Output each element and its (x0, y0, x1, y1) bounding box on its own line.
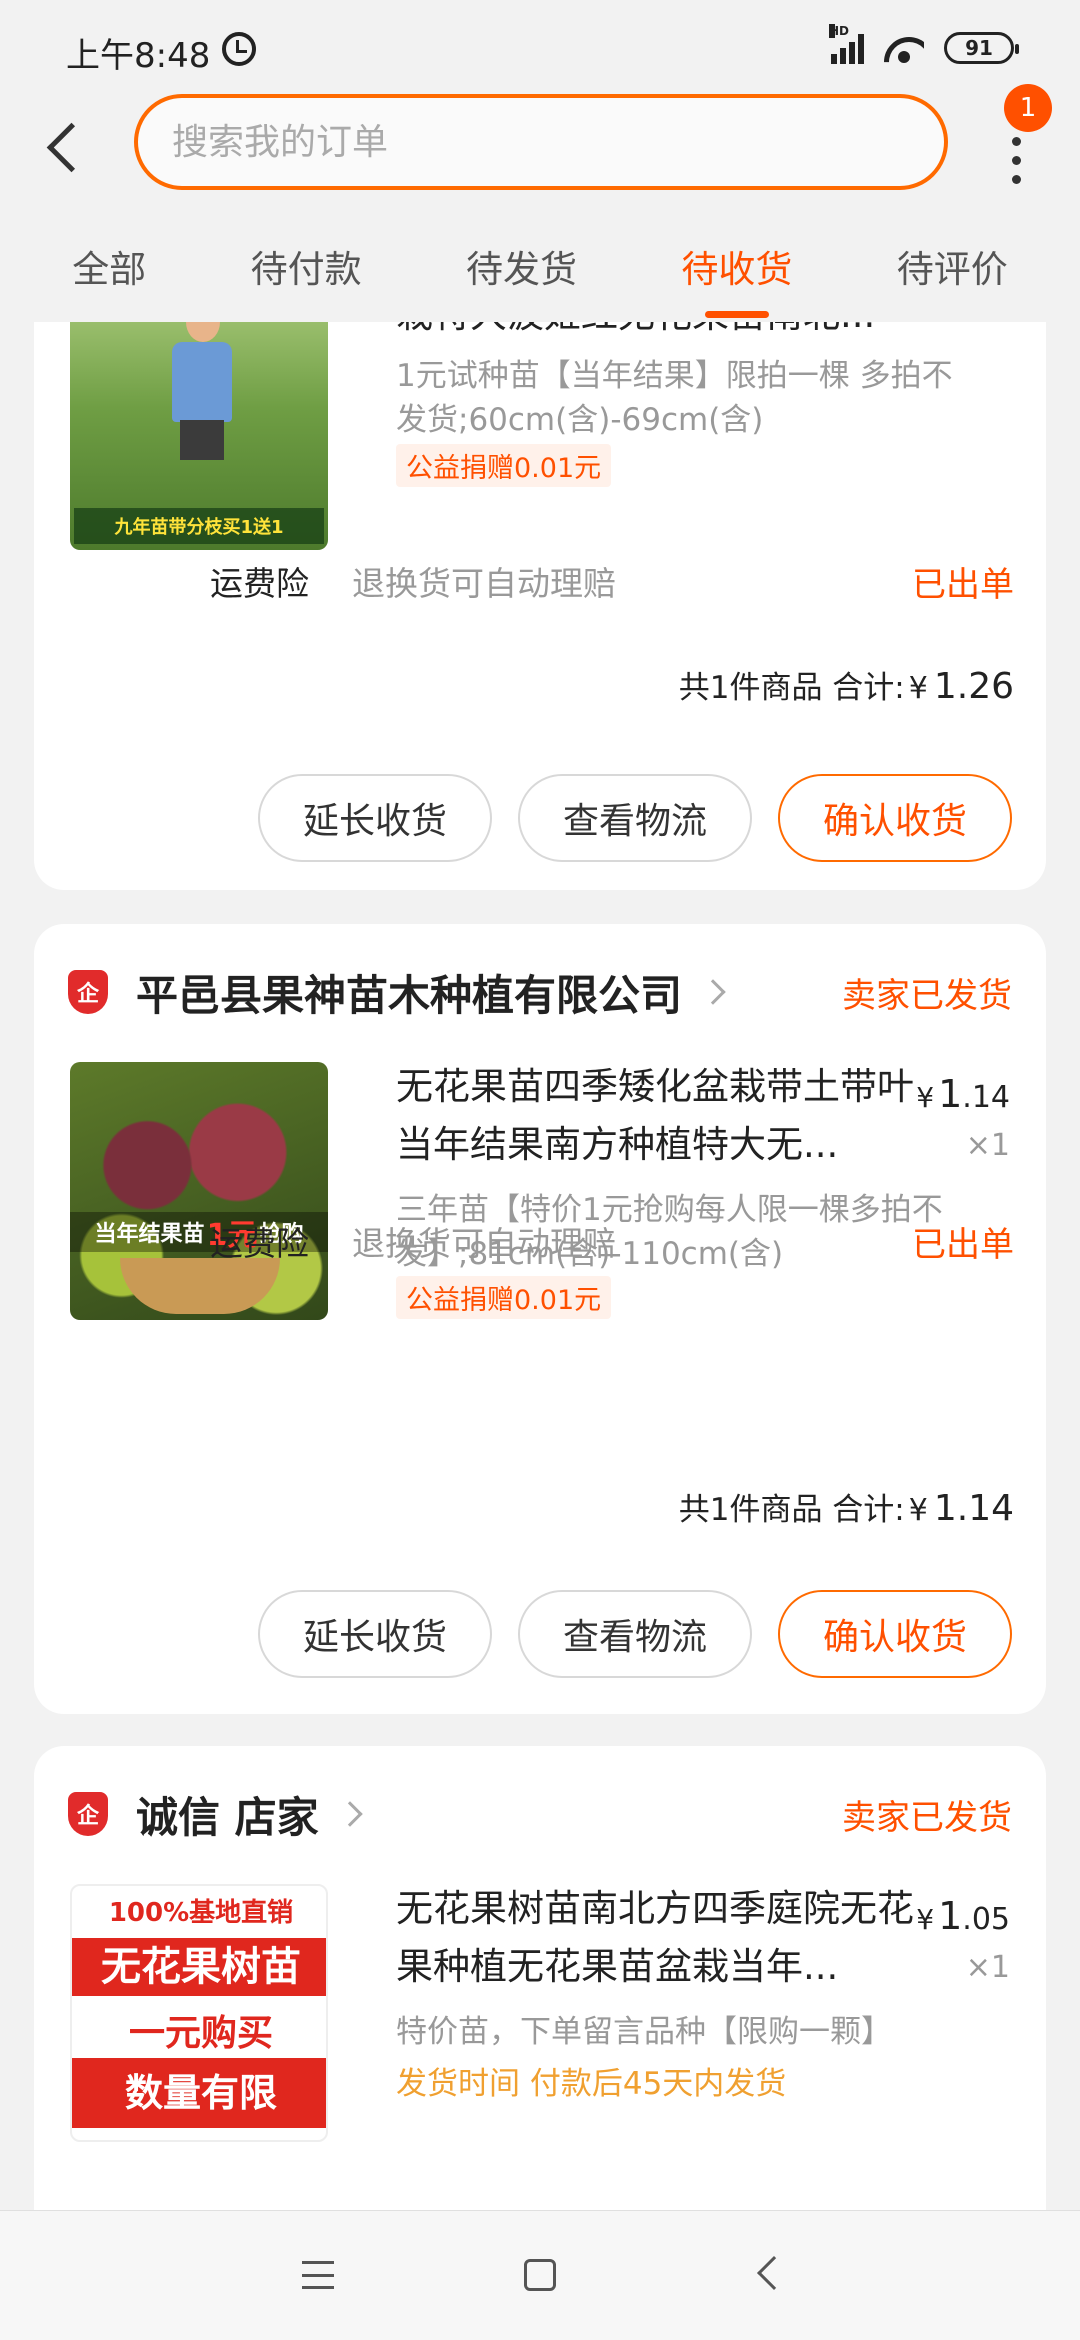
order-status: 卖家已发货 (842, 975, 1012, 1016)
insurance-row: 运费险 退换货可自动理赔 已出单 (210, 556, 1014, 606)
charity-badge: 公益捐赠0.01元 (396, 1276, 612, 1319)
alarm-icon (222, 32, 256, 66)
product-title[interactable]: 无花果苗四季矮化盆栽带土带叶当年结果南方种植特大无... (396, 1058, 936, 1174)
insurance-desc: 退换货可自动理赔 (352, 564, 616, 603)
home-icon[interactable] (524, 2259, 556, 2291)
charity-badge: 公益捐赠0.01元 (396, 444, 612, 487)
insurance-label: 运费险 (210, 1224, 309, 1263)
tab-all[interactable]: 全部 (58, 230, 160, 322)
view-logistics-button[interactable]: 查看物流 (518, 774, 752, 862)
shop-name[interactable]: 诚信 店家 (136, 1784, 319, 1845)
total-amount: 1.14 (933, 1488, 1014, 1529)
shop-name[interactable]: 平邑县果神苗木种植有限公司 (136, 962, 682, 1023)
shop-badge-icon: 企 (68, 1792, 108, 1836)
order-card[interactable]: 九年苗带分枝买1送1 栽特大波姬红无花果苗南北... 1元试种苗【当年结果】限拍… (34, 322, 1046, 890)
order-actions: 延长收货 查看物流 确认收货 (258, 1590, 1012, 1678)
insurance-status: 已出单 (912, 564, 1014, 605)
tab-pending-receipt[interactable]: 待收货 (667, 230, 806, 322)
shop-row[interactable]: 企 诚信 店家 卖家已发货 (68, 1784, 1012, 1844)
notification-badge: 1 (1004, 84, 1052, 132)
product-sku: 1元试种苗【当年结果】限拍一棵 多拍不发货;60cm(含)-69cm(含) (396, 358, 953, 438)
shop-row[interactable]: 企 平邑县果神苗木种植有限公司 卖家已发货 (68, 962, 1012, 1022)
battery-icon: 91 (944, 32, 1019, 64)
order-card[interactable]: 企 平邑县果神苗木种植有限公司 卖家已发货 当年结果苗 1元 抢购 无花果苗四季矮化… (34, 924, 1046, 1714)
product-qty: ×1 (966, 322, 1010, 323)
order-card[interactable]: 企 诚信 店家 卖家已发货 100%基地直销 无花果树苗 一元购买 数量有限 无… (34, 1746, 1046, 2210)
product-image[interactable]: 100%基地直销 无花果树苗 一元购买 数量有限 (70, 1884, 328, 2142)
product-item[interactable]: 当年结果苗 1元 抢购 无花果苗四季矮化盆栽带土带叶当年结果南方种植特大无... 三… (70, 1062, 1010, 1322)
total-text: 共1件商品 合计: (678, 670, 905, 706)
product-price: ¥1.14 (916, 1072, 1010, 1116)
currency-symbol: ¥ (908, 671, 928, 706)
order-list: 九年苗带分枝买1送1 栽特大波姬红无花果苗南北... 1元试种苗【当年结果】限拍… (0, 322, 1080, 2210)
product-qty: ×1 (965, 1128, 1010, 1163)
order-status: 卖家已发货 (842, 1797, 1012, 1838)
product-item[interactable]: 九年苗带分枝买1送1 栽特大波姬红无花果苗南北... 1元试种苗【当年结果】限拍… (70, 322, 1010, 552)
tab-pending-shipment[interactable]: 待发货 (452, 230, 591, 322)
wifi-icon (884, 33, 924, 63)
insurance-label: 运费险 (210, 564, 309, 603)
extend-receipt-button[interactable]: 延长收货 (258, 1590, 492, 1678)
status-icons: HD 91 (829, 24, 1019, 66)
status-time: 上午8:48 (66, 36, 211, 76)
header: 1 (0, 84, 1080, 230)
product-title[interactable]: 无花果树苗南北方四季庭院无花果种植无花果苗盆栽当年... (396, 1880, 936, 1996)
product-image[interactable]: 九年苗带分枝买1送1 (70, 322, 328, 550)
product-title[interactable]: 栽特大波姬红无花果苗南北... (396, 322, 936, 344)
confirm-receipt-button[interactable]: 确认收货 (778, 1590, 1012, 1678)
tab-pending-review[interactable]: 待评价 (883, 230, 1022, 322)
insurance-row: 运费险 退换货可自动理赔 已出单 (210, 1216, 1014, 1266)
ship-time: 发货时间 付款后45天内发货 (396, 2066, 787, 2102)
confirm-receipt-button[interactable]: 确认收货 (778, 774, 1012, 862)
product-price: ¥1.05 (916, 1894, 1010, 1938)
tab-pending-payment[interactable]: 待付款 (237, 230, 376, 322)
signal-icon: HD (829, 24, 864, 64)
view-logistics-button[interactable]: 查看物流 (518, 1590, 752, 1678)
extend-receipt-button[interactable]: 延长收货 (258, 774, 492, 862)
shop-badge-icon: 企 (68, 970, 108, 1014)
total-amount: 1.26 (933, 666, 1014, 707)
order-total: 共1件商品 合计: ¥ 1.14 (679, 1484, 1014, 1540)
product-image[interactable]: 当年结果苗 1元 抢购 (70, 1062, 328, 1320)
currency-symbol: ¥ (908, 1493, 928, 1528)
back-icon[interactable] (44, 120, 84, 170)
chevron-right-icon (700, 979, 726, 1005)
total-text: 共1件商品 合计: (678, 1492, 905, 1528)
system-nav-bar (0, 2210, 1080, 2340)
order-actions: 延长收货 查看物流 确认收货 (258, 774, 1012, 862)
search-input[interactable] (138, 98, 944, 186)
menu-icon[interactable] (302, 2261, 334, 2289)
product-item[interactable]: 100%基地直销 无花果树苗 一元购买 数量有限 无花果树苗南北方四季庭院无花果… (70, 1884, 1010, 2144)
status-bar: 上午8:48 HD 91 (0, 0, 1080, 90)
image-caption: 九年苗带分枝买1送1 (74, 508, 324, 544)
back-nav-icon[interactable] (757, 2256, 791, 2290)
product-sku: 特价苗，下单留言品种【限购一颗】 (396, 2014, 892, 2050)
product-qty: ×1 (965, 1950, 1010, 1985)
order-tabs: 全部 待付款 待发货 待收货 待评价 (0, 230, 1080, 322)
order-total: 共1件商品 合计: ¥ 1.26 (679, 662, 1014, 718)
hd-label: HD (829, 24, 850, 38)
insurance-status: 已出单 (912, 1224, 1014, 1265)
battery-level: 91 (965, 36, 993, 60)
chevron-right-icon (336, 1801, 363, 1827)
search-box[interactable] (134, 94, 948, 190)
insurance-desc: 退换货可自动理赔 (352, 1224, 616, 1263)
